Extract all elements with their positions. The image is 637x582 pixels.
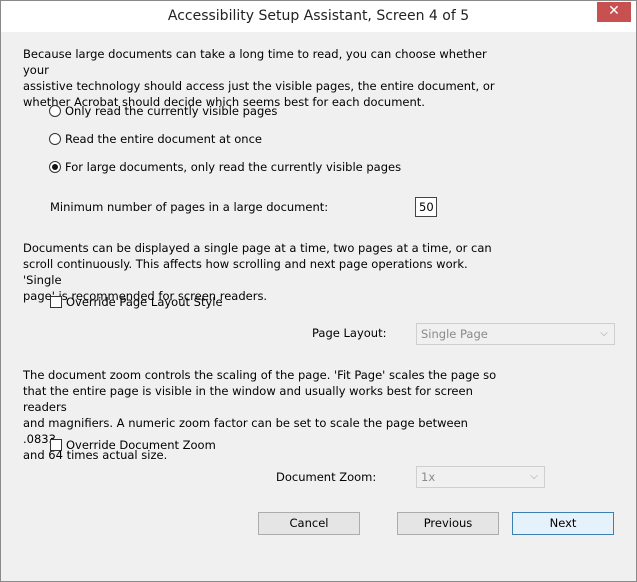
previous-button[interactable]: Previous xyxy=(397,512,499,535)
reading-description-line: Because large documents can take a long … xyxy=(23,47,487,77)
layout-description-line: scroll continuously. This affects how sc… xyxy=(23,257,468,287)
next-button[interactable]: Next xyxy=(512,512,614,535)
dialog-title: Accessibility Setup Assistant, Screen 4 … xyxy=(167,8,470,24)
checkbox[interactable] xyxy=(50,296,62,308)
radio-large-documents[interactable]: For large documents, only read the curre… xyxy=(49,159,401,175)
radio-entire-document[interactable]: Read the entire document at once xyxy=(49,131,262,147)
reading-description-line: assistive technology should access just … xyxy=(23,79,495,93)
radio-button[interactable] xyxy=(49,133,61,145)
min-pages-input[interactable]: 50 xyxy=(415,197,437,217)
page-layout-label: Page Layout: xyxy=(312,326,387,340)
radio-button[interactable] xyxy=(49,105,61,117)
dialog-window: Accessibility Setup Assistant, Screen 4 … xyxy=(0,0,637,582)
radio-label: Read the entire document at once xyxy=(65,132,262,146)
checkbox-label: Override Page Layout Style xyxy=(66,295,223,309)
radio-button-selected[interactable] xyxy=(49,161,61,173)
zoom-description-line: The document zoom controls the scaling o… xyxy=(23,368,497,382)
radio-label: For large documents, only read the curre… xyxy=(65,160,402,174)
cancel-button[interactable]: Cancel xyxy=(258,512,360,535)
checkbox-label: Override Document Zoom xyxy=(66,438,216,452)
checkbox[interactable] xyxy=(50,439,62,451)
radio-label: Only read the currently visible pages xyxy=(65,104,278,118)
close-button[interactable]: ✕ xyxy=(597,2,631,22)
reading-description: Because large documents can take a long … xyxy=(23,46,503,110)
page-layout-value: Single Page xyxy=(421,327,488,341)
min-pages-label: Minimum number of pages in a large docum… xyxy=(50,200,329,214)
document-zoom-dropdown[interactable]: 1x ⌵ xyxy=(416,466,545,488)
chevron-down-icon: ⌵ xyxy=(600,328,608,339)
document-zoom-value: 1x xyxy=(421,470,436,484)
dialog-content: Because large documents can take a long … xyxy=(7,32,630,574)
chevron-down-icon: ⌵ xyxy=(530,471,538,482)
layout-description-line: Documents can be displayed a single page… xyxy=(23,241,492,255)
document-zoom-label: Document Zoom: xyxy=(276,470,377,484)
override-page-layout[interactable]: Override Page Layout Style xyxy=(50,294,223,310)
override-document-zoom[interactable]: Override Document Zoom xyxy=(50,437,216,453)
title-bar: Accessibility Setup Assistant, Screen 4 … xyxy=(1,1,636,32)
radio-visible-pages[interactable]: Only read the currently visible pages xyxy=(49,103,277,119)
page-layout-dropdown[interactable]: Single Page ⌵ xyxy=(416,323,615,345)
zoom-description-line: that the entire page is visible in the w… xyxy=(23,384,473,414)
